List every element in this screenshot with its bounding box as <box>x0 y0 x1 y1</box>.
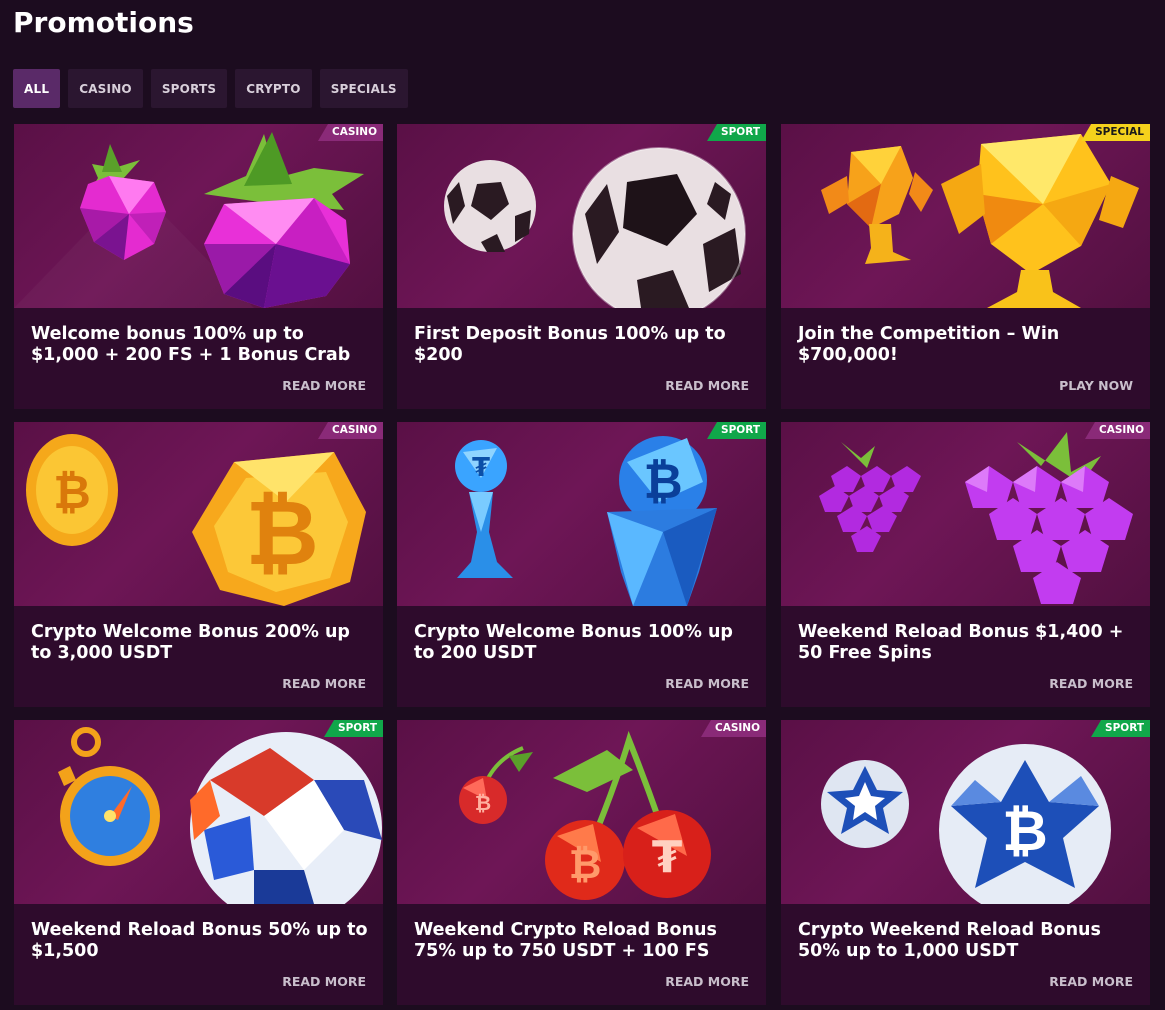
promo-image[interactable]: CASINO <box>14 124 383 308</box>
promo-image[interactable]: ₮ ₿ SPORT <box>397 422 766 606</box>
promo-title: Weekend Crypto Reload Bonus 75% up to 75… <box>414 920 717 961</box>
read-more-link[interactable]: READ MORE <box>1049 974 1133 989</box>
promo-title: Crypto Weekend Reload Bonus 50% up to 1,… <box>798 920 1101 961</box>
read-more-link[interactable]: READ MORE <box>1049 676 1133 691</box>
svg-text:₿: ₿ <box>245 481 318 586</box>
tab-sports[interactable]: SPORTS <box>150 69 228 108</box>
svg-text:₿: ₿ <box>643 454 682 510</box>
tab-all[interactable]: ALL <box>13 69 61 108</box>
promo-image[interactable]: ₿ SPORT <box>781 720 1150 904</box>
promo-card[interactable]: CASINO Welcome bonus 100% up to $1,000 +… <box>14 124 383 409</box>
svg-text:₿: ₿ <box>569 842 602 888</box>
promo-image[interactable]: ₿ ₿ ₮ CASINO <box>397 720 766 904</box>
svg-text:₮: ₮ <box>652 832 683 883</box>
category-badge: SPECIAL <box>1081 124 1150 141</box>
read-more-link[interactable]: READ MORE <box>282 974 366 989</box>
promo-card[interactable]: SPORT Weekend Reload Bonus 50% up to $1,… <box>14 720 383 1005</box>
category-badge: CASINO <box>700 720 766 737</box>
promo-card[interactable]: ₿ ₿ ₮ CASINO Weekend Crypto Reload Bonus… <box>397 720 766 1005</box>
category-badge: CASINO <box>1084 422 1150 439</box>
read-more-link[interactable]: READ MORE <box>665 378 749 393</box>
promo-title: First Deposit Bonus 100% up to $200 <box>414 324 726 365</box>
tab-crypto[interactable]: CRYPTO <box>235 69 312 108</box>
promo-card[interactable]: SPORT First Deposit Bonus 100% up to $20… <box>397 124 766 409</box>
grapes-icon <box>819 432 1133 604</box>
promotions-page: Promotions ALL CASINO SPORTS CRYPTO SPEC… <box>0 0 1165 1010</box>
category-badge: SPORT <box>324 720 383 737</box>
promo-title: Crypto Welcome Bonus 100% up to 200 USDT <box>414 622 733 663</box>
promo-image[interactable]: CASINO <box>781 422 1150 606</box>
read-more-link[interactable]: READ MORE <box>665 974 749 989</box>
gem-berry-icon <box>80 132 364 308</box>
stopwatch-ball-icon <box>58 727 382 904</box>
svg-text:₿: ₿ <box>1002 799 1048 864</box>
promo-title: Welcome bonus 100% up to $1,000 + 200 FS… <box>31 324 351 365</box>
category-badge: SPORT <box>707 124 766 141</box>
trophy-icon <box>821 134 1139 308</box>
cherries-icon: ₿ ₿ ₮ <box>459 730 711 900</box>
promo-card[interactable]: ₿ ₿ CASINO Crypto Welcome Bonus 200% up … <box>14 422 383 707</box>
svg-text:₮: ₮ <box>472 453 490 483</box>
read-more-link[interactable]: READ MORE <box>665 676 749 691</box>
promo-image[interactable]: SPORT <box>14 720 383 904</box>
promo-card[interactable]: SPECIAL Join the Competition – Win $700,… <box>781 124 1150 409</box>
promo-image[interactable]: SPECIAL <box>781 124 1150 308</box>
bitcoin-coin-icon: ₿ ₿ <box>26 434 366 606</box>
play-now-link[interactable]: PLAY NOW <box>1059 378 1133 393</box>
promo-image[interactable]: ₿ ₿ CASINO <box>14 422 383 606</box>
tab-specials[interactable]: SPECIALS <box>319 69 408 108</box>
promo-title: Weekend Reload Bonus $1,400 + 50 Free Sp… <box>798 622 1124 663</box>
promo-title: Crypto Welcome Bonus 200% up to 3,000 US… <box>31 622 350 663</box>
read-more-link[interactable]: READ MORE <box>282 676 366 691</box>
promo-title: Join the Competition – Win $700,000! <box>798 324 1060 365</box>
promo-image[interactable]: SPORT <box>397 124 766 308</box>
crypto-trophy-icon: ₮ ₿ <box>455 436 717 606</box>
tab-casino[interactable]: CASINO <box>68 69 143 108</box>
page-title: Promotions <box>13 6 194 39</box>
svg-text:₿: ₿ <box>53 465 91 519</box>
read-more-link[interactable]: READ MORE <box>282 378 366 393</box>
promo-card[interactable]: ₮ ₿ SPORT Crypto Welcome Bonus 100% up t… <box>397 422 766 707</box>
soccer-ball-icon <box>444 147 746 308</box>
bitcoin-ball-icon: ₿ <box>821 744 1111 904</box>
promo-card[interactable]: ₿ SPORT Crypto Weekend Reload Bonus 50% … <box>781 720 1150 1005</box>
category-badge: SPORT <box>1091 720 1150 737</box>
promo-title: Weekend Reload Bonus 50% up to $1,500 <box>31 920 368 961</box>
category-badge: SPORT <box>707 422 766 439</box>
category-badge: CASINO <box>317 422 383 439</box>
category-badge: CASINO <box>317 124 383 141</box>
promo-card[interactable]: CASINO Weekend Reload Bonus $1,400 + 50 … <box>781 422 1150 707</box>
svg-text:₿: ₿ <box>475 791 491 815</box>
filter-tabs: ALL CASINO SPORTS CRYPTO SPECIALS <box>13 69 408 108</box>
